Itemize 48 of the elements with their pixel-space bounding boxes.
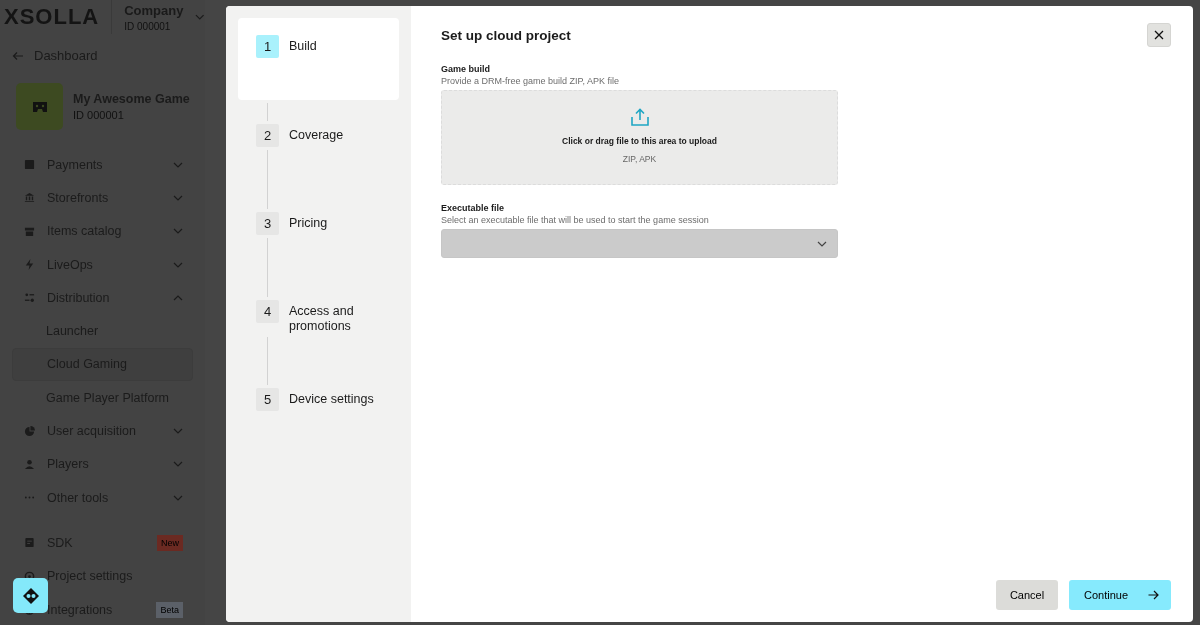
chevron-down-icon [195, 12, 205, 22]
helper-button[interactable] [13, 578, 48, 613]
step-number: 2 [256, 124, 279, 147]
step-number: 5 [256, 388, 279, 411]
field-hint: Provide a DRM-free game build ZIP, APK file [441, 76, 620, 86]
step-number: 4 [256, 300, 279, 323]
upload-text: Click or drag file to this area to upload [562, 136, 717, 146]
close-icon [1154, 30, 1164, 40]
bank-icon [24, 192, 35, 204]
upload-area[interactable]: Click or drag file to this area to upload ZIP, APK [441, 90, 838, 185]
step-label: Device settings [289, 391, 374, 407]
document-icon [24, 537, 35, 549]
upload-icon [629, 108, 650, 126]
badge: New [157, 534, 183, 551]
person-icon [24, 458, 35, 470]
arrow-right-icon [1148, 590, 1159, 600]
connector-line [267, 238, 268, 297]
step-label: Build [289, 38, 317, 54]
step-label: Access and promotions [289, 303, 355, 334]
step-number: 3 [256, 212, 279, 235]
badge: Beta [156, 601, 183, 618]
connector-line [267, 337, 268, 385]
step-label: Coverage [289, 127, 344, 143]
pie-chart-icon [24, 425, 35, 437]
wallet-icon [24, 159, 35, 171]
sliders-icon [24, 292, 35, 304]
step-label: Pricing [289, 215, 328, 231]
connector-line [267, 150, 268, 209]
step-item[interactable]: 2 Coverage [238, 124, 399, 147]
robot-icon [21, 586, 40, 605]
step-number: 1 [256, 35, 279, 58]
upload-formats: ZIP, APK [622, 154, 657, 164]
close-button[interactable] [1147, 23, 1171, 47]
step-item[interactable]: 3 Pricing [238, 212, 399, 235]
continue-button[interactable]: Continue [1069, 580, 1171, 610]
dialog-title: Set up cloud project [441, 28, 571, 43]
cancel-button[interactable]: Cancel [996, 580, 1058, 610]
connector-line [267, 103, 268, 121]
store-icon [24, 225, 35, 237]
field-label: Executable file [441, 203, 506, 213]
step-item[interactable]: 4 Access and promotions [238, 300, 399, 334]
lightning-icon [24, 259, 35, 271]
arrow-left-icon [12, 50, 24, 61]
step-item[interactable]: 5 Device settings [238, 388, 399, 411]
gamepad-icon [31, 100, 48, 113]
field-hint: Select an executable file that will be used to start the game session [441, 215, 710, 225]
field-label: Game build [441, 64, 491, 74]
step-item[interactable]: 1 Build [238, 18, 399, 100]
